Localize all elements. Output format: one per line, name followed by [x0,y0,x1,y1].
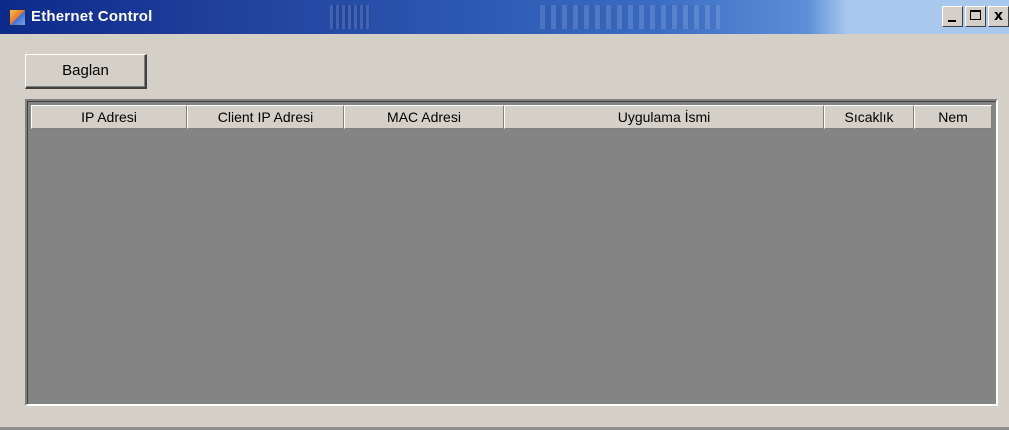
maximize-icon [970,10,981,20]
device-list[interactable]: IP Adresi Client IP Adresi MAC Adresi Uy… [25,99,998,406]
column-header-client-ip-address[interactable]: Client IP Adresi [187,105,344,129]
close-icon: x [993,8,1004,24]
window-title: Ethernet Control [31,8,153,25]
maximize-button[interactable] [965,6,986,27]
minimize-icon [948,20,956,22]
column-header-temperature[interactable]: Sıcaklık [824,105,914,129]
ethernet-control-window: Ethernet Control x Baglan IP Adresi Clie… [0,0,1009,430]
column-header-ip-address[interactable]: IP Adresi [31,105,187,129]
connect-button[interactable]: Baglan [25,54,147,89]
list-rows-area[interactable] [31,129,992,400]
window-controls: x [942,6,1009,28]
minimize-button[interactable] [942,6,963,27]
list-header: IP Adresi Client IP Adresi MAC Adresi Uy… [31,105,992,129]
column-header-humidity[interactable]: Nem [914,105,992,129]
close-button[interactable]: x [988,6,1009,27]
title-bar-texture [330,5,370,29]
column-header-application-name[interactable]: Uygulama İsmi [504,105,824,129]
title-bar[interactable]: Ethernet Control x [0,0,1009,34]
app-icon [9,9,26,26]
column-header-mac-address[interactable]: MAC Adresi [344,105,504,129]
title-bar-texture [540,5,720,29]
